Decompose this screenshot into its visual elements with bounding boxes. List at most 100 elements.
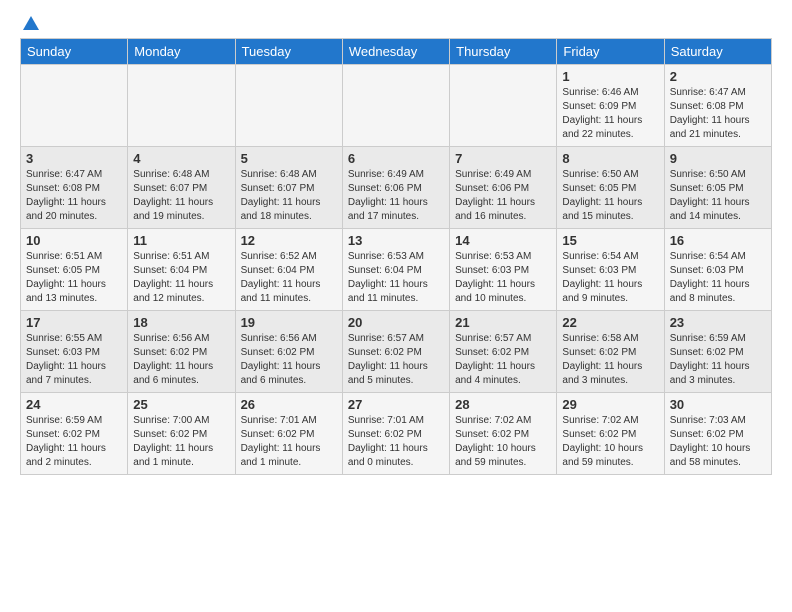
day-info: Sunrise: 7:01 AM Sunset: 6:02 PM Dayligh… — [241, 414, 337, 470]
day-info: Sunrise: 7:03 AM Sunset: 6:02 PM Dayligh… — [670, 414, 766, 470]
day-info: Sunrise: 6:50 AM Sunset: 6:05 PM Dayligh… — [562, 168, 658, 224]
day-info: Sunrise: 6:50 AM Sunset: 6:05 PM Dayligh… — [670, 168, 766, 224]
day-info: Sunrise: 6:58 AM Sunset: 6:02 PM Dayligh… — [562, 332, 658, 388]
calendar-cell — [450, 65, 557, 147]
day-info: Sunrise: 6:57 AM Sunset: 6:02 PM Dayligh… — [455, 332, 551, 388]
calendar-cell — [235, 65, 342, 147]
day-info: Sunrise: 6:48 AM Sunset: 6:07 PM Dayligh… — [133, 168, 229, 224]
calendar-cell: 2 Sunrise: 6:47 AM Sunset: 6:08 PM Daylig… — [664, 65, 771, 147]
day-info: Sunrise: 7:01 AM Sunset: 6:02 PM Dayligh… — [348, 414, 444, 470]
day-number: 15 — [562, 233, 658, 248]
calendar-cell: 19Sunrise: 6:56 AM Sunset: 6:02 PM Dayli… — [235, 311, 342, 393]
calendar-cell: 24 Sunrise: 6:59 AM Sunset: 6:02 PM Dayli… — [21, 393, 128, 475]
calendar-cell: 27Sunrise: 7:01 AM Sunset: 6:02 PM Dayli… — [342, 393, 449, 475]
day-number: 16 — [670, 233, 766, 248]
day-number: 6 — [348, 151, 444, 166]
calendar-cell: 7Sunrise: 6:49 AM Sunset: 6:06 PM Daylig… — [450, 147, 557, 229]
day-number: 21 — [455, 315, 551, 330]
header-day-saturday: Saturday — [664, 39, 771, 65]
header-day-tuesday: Tuesday — [235, 39, 342, 65]
calendar-week-0: 1 Sunrise: 6:46 AM Sunset: 6:09 PM Daylig… — [21, 65, 772, 147]
day-number: 29 — [562, 397, 658, 412]
day-info: Sunrise: 6:51 AM Sunset: 6:05 PM Dayligh… — [26, 250, 122, 306]
day-number: 14 — [455, 233, 551, 248]
logo-triangle-icon — [22, 14, 40, 32]
calendar-cell: 20 Sunrise: 6:57 AM Sunset: 6:02 PM Dayli… — [342, 311, 449, 393]
day-info: Sunrise: 6:47 AM Sunset: 6:08 PM Dayligh… — [670, 86, 766, 142]
day-number: 7 — [455, 151, 551, 166]
day-info: Sunrise: 7:02 AM Sunset: 6:02 PM Dayligh… — [455, 414, 551, 470]
day-number: 18 — [133, 315, 229, 330]
calendar-cell: 21 Sunrise: 6:57 AM Sunset: 6:02 PM Dayli… — [450, 311, 557, 393]
day-number: 22 — [562, 315, 658, 330]
header-day-monday: Monday — [128, 39, 235, 65]
day-info: Sunrise: 6:55 AM Sunset: 6:03 PM Dayligh… — [26, 332, 122, 388]
calendar-cell: 16 Sunrise: 6:54 AM Sunset: 6:03 PM Dayli… — [664, 229, 771, 311]
day-number: 24 — [26, 397, 122, 412]
calendar-week-1: 3Sunrise: 6:47 AM Sunset: 6:08 PM Daylig… — [21, 147, 772, 229]
day-info: Sunrise: 6:56 AM Sunset: 6:02 PM Dayligh… — [133, 332, 229, 388]
calendar-cell: 12 Sunrise: 6:52 AM Sunset: 6:04 PM Dayli… — [235, 229, 342, 311]
header-day-wednesday: Wednesday — [342, 39, 449, 65]
day-number: 11 — [133, 233, 229, 248]
calendar-week-2: 10 Sunrise: 6:51 AM Sunset: 6:05 PM Dayli… — [21, 229, 772, 311]
calendar-cell: 11 Sunrise: 6:51 AM Sunset: 6:04 PM Dayli… — [128, 229, 235, 311]
calendar-cell — [128, 65, 235, 147]
calendar-cell: 6 Sunrise: 6:49 AM Sunset: 6:06 PM Daylig… — [342, 147, 449, 229]
day-info: Sunrise: 6:49 AM Sunset: 6:06 PM Dayligh… — [348, 168, 444, 224]
day-number: 13 — [348, 233, 444, 248]
header-day-friday: Friday — [557, 39, 664, 65]
day-info: Sunrise: 6:47 AM Sunset: 6:08 PM Dayligh… — [26, 168, 122, 224]
calendar-header: SundayMondayTuesdayWednesdayThursdayFrid… — [21, 39, 772, 65]
day-number: 28 — [455, 397, 551, 412]
day-number: 8 — [562, 151, 658, 166]
day-number: 20 — [348, 315, 444, 330]
calendar-cell: 14 Sunrise: 6:53 AM Sunset: 6:03 PM Dayli… — [450, 229, 557, 311]
day-number: 9 — [670, 151, 766, 166]
calendar-cell: 4 Sunrise: 6:48 AM Sunset: 6:07 PM Daylig… — [128, 147, 235, 229]
day-number: 10 — [26, 233, 122, 248]
day-info: Sunrise: 6:48 AM Sunset: 6:07 PM Dayligh… — [241, 168, 337, 224]
day-info: Sunrise: 6:59 AM Sunset: 6:02 PM Dayligh… — [670, 332, 766, 388]
header-day-sunday: Sunday — [21, 39, 128, 65]
day-info: Sunrise: 6:57 AM Sunset: 6:02 PM Dayligh… — [348, 332, 444, 388]
calendar-week-4: 24 Sunrise: 6:59 AM Sunset: 6:02 PM Dayli… — [21, 393, 772, 475]
day-number: 5 — [241, 151, 337, 166]
day-number: 12 — [241, 233, 337, 248]
day-number: 26 — [241, 397, 337, 412]
day-number: 2 — [670, 69, 766, 84]
header — [20, 16, 772, 28]
calendar-cell: 28 Sunrise: 7:02 AM Sunset: 6:02 PM Dayli… — [450, 393, 557, 475]
day-number: 17 — [26, 315, 122, 330]
calendar-cell: 5 Sunrise: 6:48 AM Sunset: 6:07 PM Daylig… — [235, 147, 342, 229]
calendar-cell: 13Sunrise: 6:53 AM Sunset: 6:04 PM Dayli… — [342, 229, 449, 311]
logo — [20, 16, 40, 28]
calendar-cell — [21, 65, 128, 147]
header-row: SundayMondayTuesdayWednesdayThursdayFrid… — [21, 39, 772, 65]
calendar-cell: 8 Sunrise: 6:50 AM Sunset: 6:05 PM Daylig… — [557, 147, 664, 229]
calendar-cell: 25 Sunrise: 7:00 AM Sunset: 6:02 PM Dayli… — [128, 393, 235, 475]
calendar-cell: 22 Sunrise: 6:58 AM Sunset: 6:02 PM Dayli… — [557, 311, 664, 393]
calendar-cell: 10 Sunrise: 6:51 AM Sunset: 6:05 PM Dayli… — [21, 229, 128, 311]
day-info: Sunrise: 6:53 AM Sunset: 6:03 PM Dayligh… — [455, 250, 551, 306]
calendar-cell: 18 Sunrise: 6:56 AM Sunset: 6:02 PM Dayli… — [128, 311, 235, 393]
page-container: SundayMondayTuesdayWednesdayThursdayFrid… — [0, 0, 792, 491]
day-info: Sunrise: 6:51 AM Sunset: 6:04 PM Dayligh… — [133, 250, 229, 306]
calendar-cell: 30Sunrise: 7:03 AM Sunset: 6:02 PM Dayli… — [664, 393, 771, 475]
calendar-cell: 17 Sunrise: 6:55 AM Sunset: 6:03 PM Dayli… — [21, 311, 128, 393]
calendar-cell: 1 Sunrise: 6:46 AM Sunset: 6:09 PM Daylig… — [557, 65, 664, 147]
day-info: Sunrise: 6:54 AM Sunset: 6:03 PM Dayligh… — [670, 250, 766, 306]
calendar-table: SundayMondayTuesdayWednesdayThursdayFrid… — [20, 38, 772, 475]
calendar-cell: 15 Sunrise: 6:54 AM Sunset: 6:03 PM Dayli… — [557, 229, 664, 311]
calendar-cell — [342, 65, 449, 147]
day-number: 1 — [562, 69, 658, 84]
day-info: Sunrise: 6:52 AM Sunset: 6:04 PM Dayligh… — [241, 250, 337, 306]
day-info: Sunrise: 6:56 AM Sunset: 6:02 PM Dayligh… — [241, 332, 337, 388]
day-info: Sunrise: 6:59 AM Sunset: 6:02 PM Dayligh… — [26, 414, 122, 470]
day-info: Sunrise: 6:54 AM Sunset: 6:03 PM Dayligh… — [562, 250, 658, 306]
day-info: Sunrise: 7:00 AM Sunset: 6:02 PM Dayligh… — [133, 414, 229, 470]
day-number: 4 — [133, 151, 229, 166]
calendar-cell: 3Sunrise: 6:47 AM Sunset: 6:08 PM Daylig… — [21, 147, 128, 229]
day-info: Sunrise: 6:46 AM Sunset: 6:09 PM Dayligh… — [562, 86, 658, 142]
day-number: 25 — [133, 397, 229, 412]
